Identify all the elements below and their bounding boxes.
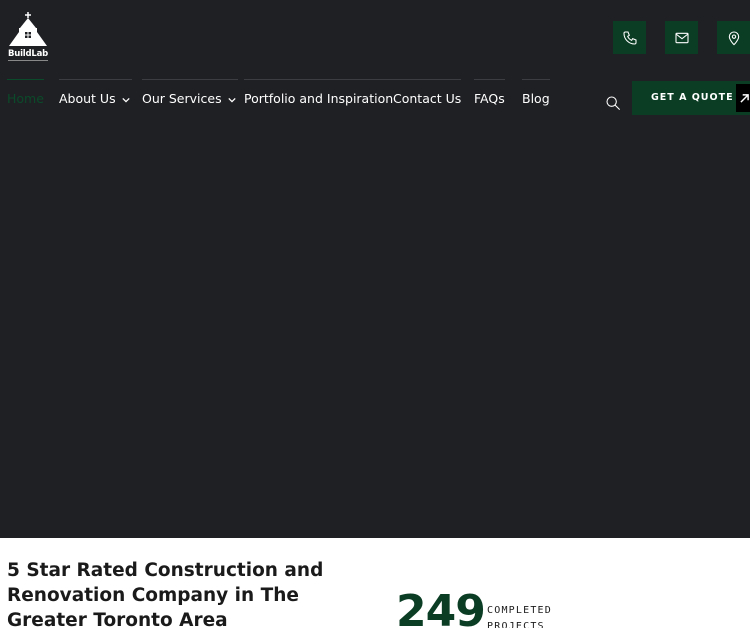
logo-text: BuildLab [7, 49, 49, 59]
completed-projects-count: 249 [396, 586, 486, 628]
chevron-down-icon [121, 96, 132, 104]
nav-label-blog: Blog [522, 91, 550, 106]
phone-button[interactable] [613, 21, 646, 54]
nav-label-our-services: Our Services [142, 91, 222, 106]
email-button[interactable] [665, 21, 698, 54]
house-logo-icon [9, 12, 47, 46]
nav-label-contact-us: Contact Us [393, 91, 462, 106]
mail-icon [674, 32, 689, 43]
get-a-quote-button[interactable]: GET A QUOTE [632, 81, 750, 115]
chevron-down-icon [227, 96, 238, 104]
completed-projects-label: COMPLETED PROJECTS [487, 603, 552, 628]
nav-item-portfolio[interactable]: Portfolio and Inspiration [244, 79, 394, 117]
nav-label-about-us: About Us [59, 91, 116, 106]
hero-section: BuildLab Home About Us Our Services Port… [0, 0, 750, 538]
stat-label-line-2: PROJECTS [487, 621, 545, 628]
nav-item-home[interactable]: Home [7, 79, 44, 117]
nav-item-about-us[interactable]: About Us [59, 79, 132, 117]
page: BuildLab Home About Us Our Services Port… [0, 0, 750, 628]
nav-item-faqs[interactable]: FAQs [474, 79, 505, 117]
nav-label-portfolio: Portfolio and Inspiration [244, 91, 394, 106]
nav-item-our-services[interactable]: Our Services [142, 79, 238, 117]
search-icon[interactable] [605, 95, 621, 111]
nav-item-contact-us[interactable]: Contact Us [393, 79, 462, 117]
logo[interactable]: BuildLab [5, 12, 51, 64]
nav-item-blog[interactable]: Blog [522, 79, 550, 117]
nav-label-faqs: FAQs [474, 91, 505, 106]
arrow-up-right-icon[interactable] [736, 84, 750, 112]
quote-button-label: GET A QUOTE [651, 92, 734, 103]
location-button[interactable] [717, 21, 750, 54]
phone-icon [622, 30, 637, 45]
logo-tagline-line [8, 60, 48, 61]
nav-label-home: Home [7, 91, 44, 106]
stat-label-line-1: COMPLETED [487, 605, 552, 616]
location-icon [728, 31, 739, 45]
intro-headline: 5 Star Rated Construction and Renovation… [7, 560, 324, 628]
